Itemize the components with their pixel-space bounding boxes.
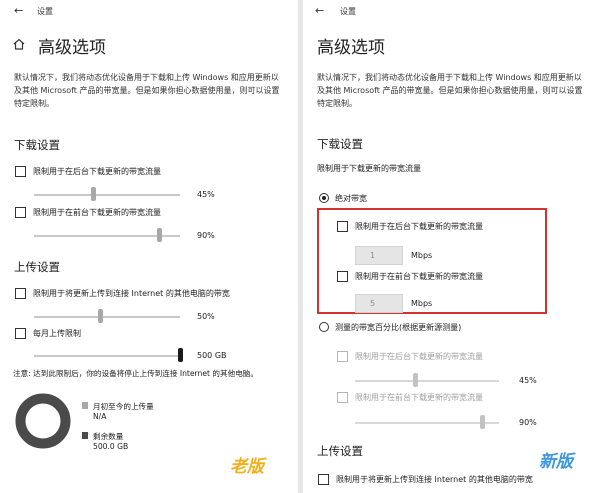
percent-foreground-slider[interactable] [355, 422, 499, 424]
home-icon[interactable] [12, 37, 26, 51]
limit-upload-label: 限制用于将更新上传到连接 Internet 的其他电脑的带宽 [336, 475, 533, 484]
foreground-download-unit: Mbps [411, 299, 433, 308]
remaining-legend-label: 剩余数量 [93, 432, 124, 441]
window-title: 设置 [340, 7, 356, 16]
percent-foreground-slider-thumb[interactable] [480, 415, 485, 429]
upload-slider-thumb[interactable] [98, 309, 103, 323]
back-arrow-icon[interactable]: ← [14, 4, 23, 17]
limit-background-download-checkbox[interactable] [337, 221, 348, 232]
percent-background-slider[interactable] [355, 380, 499, 382]
upload-settings-heading: 上传设置 [14, 260, 60, 274]
foreground-download-percent: 90% [197, 231, 215, 240]
limit-background-download-label: 限制用于在后台下载更新的带宽流量 [355, 222, 483, 231]
old-settings-pane: ← 设置 高级选项 默认情况下，我们将动态优化设备用于下载和上传 Windows… [0, 0, 298, 493]
page-title: 高级选项 [38, 38, 106, 58]
window-title: 设置 [37, 7, 53, 16]
description-text: 默认情况下，我们将动态优化设备用于下载和上传 Windows 和应用更新以及其他… [14, 73, 280, 108]
background-download-slider-thumb[interactable] [91, 187, 96, 201]
remaining-legend-value: 500.0 GB [93, 442, 129, 451]
limit-foreground-download-label: 限制用于在前台下载更新的带宽流量 [33, 208, 161, 217]
upload-percent: 50% [197, 312, 215, 321]
download-settings-heading: 下载设置 [317, 137, 363, 151]
remaining-legend-swatch [82, 432, 88, 439]
monthly-upload-limit-checkbox[interactable] [15, 328, 26, 339]
percent-background-download-label: 限制用于在后台下载更新的带宽流量 [355, 352, 483, 361]
download-limit-subheading: 限制用于下载更新的带宽流量 [317, 164, 421, 173]
new-version-tag: 新版 [539, 452, 573, 472]
background-download-slider[interactable] [34, 194, 180, 196]
limit-foreground-download-label: 限制用于在前台下载更新的带宽流量 [355, 272, 483, 281]
background-download-unit: Mbps [411, 251, 433, 260]
description-text: 默认情况下，我们将动态优化设备用于下载和上传 Windows 和应用更新以及其他… [317, 73, 583, 108]
upload-settings-heading: 上传设置 [317, 444, 363, 458]
measured-bandwidth-percent-radio[interactable] [319, 322, 329, 332]
limit-foreground-download-checkbox[interactable] [15, 207, 26, 218]
percent-foreground-value: 90% [519, 418, 537, 427]
foreground-download-mbps-input[interactable]: 5 [355, 294, 403, 313]
limit-upload-checkbox[interactable] [318, 474, 329, 485]
percent-foreground-download-checkbox[interactable] [337, 392, 348, 403]
upload-limit-notice: 注意: 达到此限制后，你的设备将停止上传到连接 Internet 的其他电脑。 [13, 369, 258, 378]
monthly-upload-slider[interactable] [34, 355, 180, 357]
monthly-upload-limit-label: 每月上传限制 [33, 329, 81, 338]
page-title: 高级选项 [317, 38, 385, 58]
background-download-percent: 45% [197, 190, 215, 199]
upload-slider[interactable] [34, 316, 180, 318]
absolute-bandwidth-label: 绝对带宽 [335, 194, 367, 203]
uploaded-legend-label: 月初至今的上传量 [93, 402, 154, 411]
background-download-mbps-input[interactable]: 1 [355, 246, 403, 265]
limit-upload-checkbox[interactable] [15, 288, 26, 299]
percent-foreground-download-label: 限制用于在前台下载更新的带宽流量 [355, 393, 483, 402]
limit-background-download-label: 限制用于在后台下载更新的带宽流量 [33, 167, 161, 176]
percent-background-slider-thumb[interactable] [413, 373, 418, 387]
monthly-upload-slider-thumb[interactable] [178, 348, 183, 362]
absolute-bandwidth-radio[interactable] [319, 193, 329, 203]
old-version-tag: 老版 [230, 457, 264, 477]
download-settings-heading: 下载设置 [14, 138, 60, 152]
measured-bandwidth-percent-label: 测量的带宽百分比(根据更新源测量) [335, 323, 462, 332]
uploaded-legend-value: N/A [93, 412, 107, 421]
limit-upload-label: 限制用于将更新上传到连接 Internet 的其他电脑的带宽 [33, 289, 230, 298]
percent-background-value: 45% [519, 376, 537, 385]
monthly-upload-value: 500 GB [197, 351, 227, 360]
limit-background-download-checkbox[interactable] [15, 166, 26, 177]
uploaded-legend-swatch [82, 402, 88, 409]
percent-background-download-checkbox[interactable] [337, 351, 348, 362]
limit-foreground-download-checkbox[interactable] [337, 271, 348, 282]
foreground-download-slider-thumb[interactable] [157, 228, 162, 242]
new-settings-pane: ← 设置 高级选项 默认情况下，我们将动态优化设备用于下载和上传 Windows… [303, 0, 600, 493]
upload-usage-donut-chart [15, 393, 71, 449]
back-arrow-icon[interactable]: ← [315, 4, 324, 17]
